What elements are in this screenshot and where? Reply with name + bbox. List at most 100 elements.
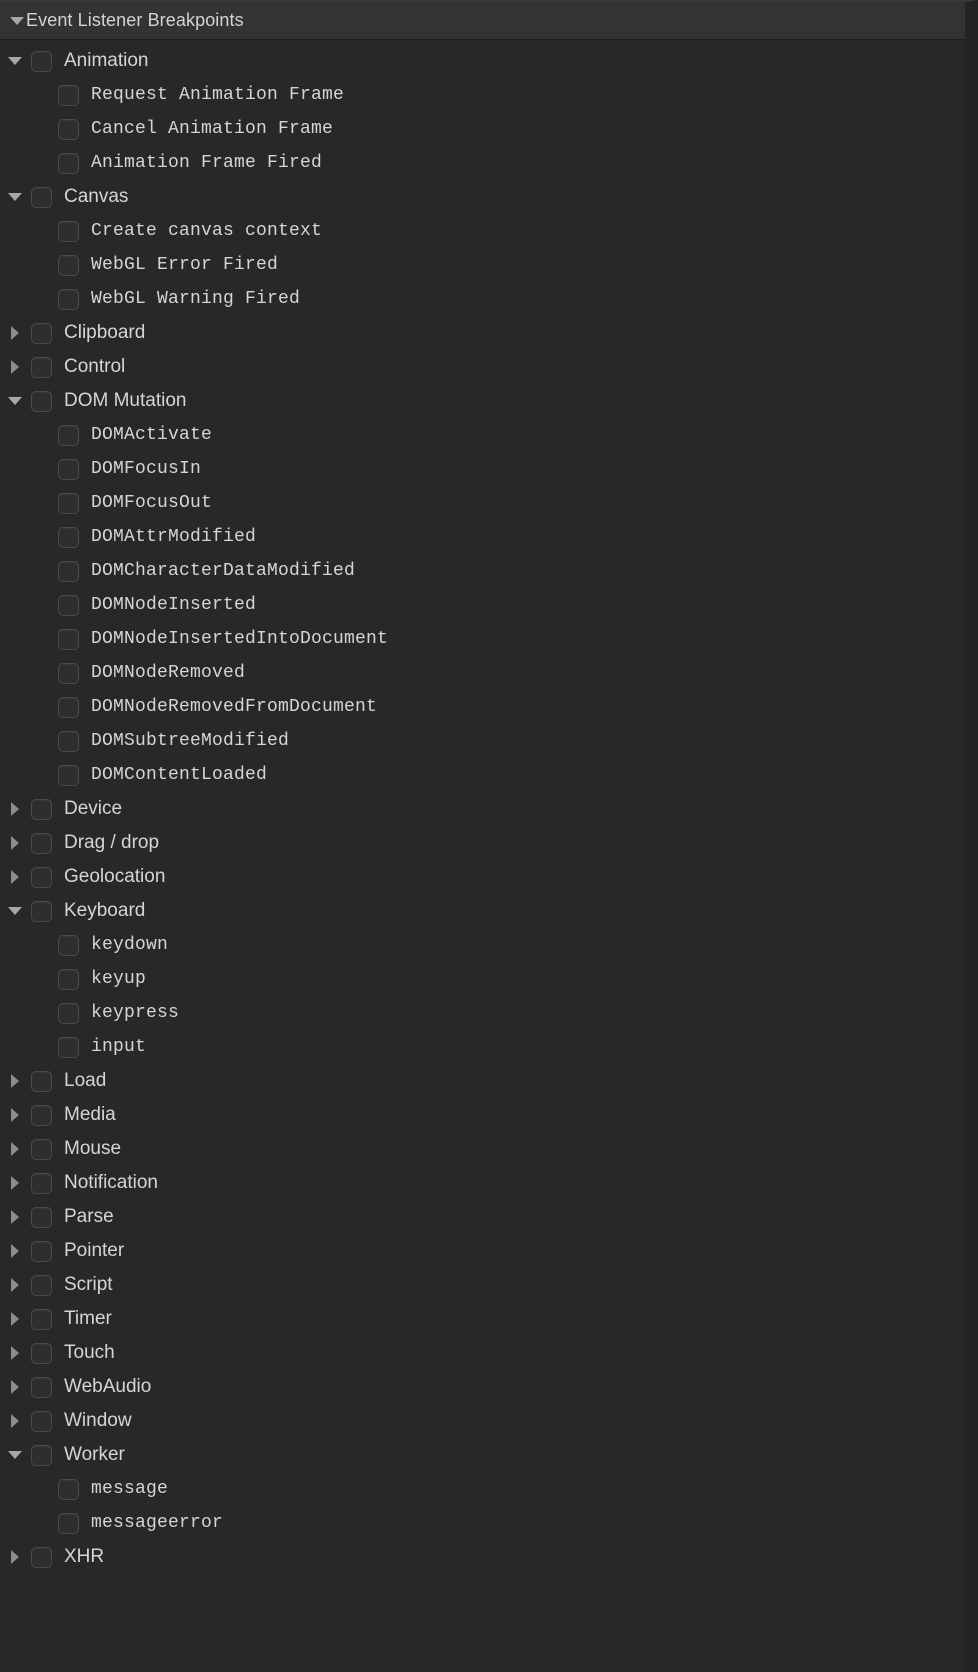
- event-checkbox[interactable]: [58, 1036, 79, 1058]
- group-checkbox[interactable]: [31, 1138, 52, 1160]
- event-checkbox[interactable]: [58, 458, 79, 480]
- panel-expand-twisty-icon[interactable]: [8, 16, 26, 25]
- tree-event-row[interactable]: DOMNodeInsertedIntoDocument: [0, 622, 965, 656]
- event-checkbox[interactable]: [58, 288, 79, 310]
- tree-event-row[interactable]: Cancel Animation Frame: [0, 112, 965, 146]
- group-checkbox[interactable]: [31, 1240, 52, 1262]
- group-expand-twisty-icon[interactable]: [0, 193, 30, 201]
- group-checkbox[interactable]: [31, 1342, 52, 1364]
- event-checkbox[interactable]: [58, 730, 79, 752]
- tree-group-row[interactable]: DOM Mutation: [0, 384, 965, 418]
- tree-event-row[interactable]: DOMActivate: [0, 418, 965, 452]
- tree-group-row[interactable]: Mouse: [0, 1132, 965, 1166]
- tree-group-row[interactable]: Device: [0, 792, 965, 826]
- group-expand-twisty-icon[interactable]: [0, 360, 30, 374]
- group-expand-twisty-icon[interactable]: [0, 802, 30, 816]
- tree-event-row[interactable]: Animation Frame Fired: [0, 146, 965, 180]
- group-checkbox[interactable]: [31, 1376, 52, 1398]
- event-checkbox[interactable]: [58, 1512, 79, 1534]
- tree-group-row[interactable]: Touch: [0, 1336, 965, 1370]
- tree-group-row[interactable]: Drag / drop: [0, 826, 965, 860]
- group-expand-twisty-icon[interactable]: [0, 1142, 30, 1156]
- group-expand-twisty-icon[interactable]: [0, 1312, 30, 1326]
- group-expand-twisty-icon[interactable]: [0, 1176, 30, 1190]
- event-checkbox[interactable]: [58, 560, 79, 582]
- group-checkbox[interactable]: [31, 832, 52, 854]
- tree-group-row[interactable]: Script: [0, 1268, 965, 1302]
- event-checkbox[interactable]: [58, 492, 79, 514]
- tree-event-row[interactable]: input: [0, 1030, 965, 1064]
- tree-event-row[interactable]: DOMNodeRemoved: [0, 656, 965, 690]
- event-checkbox[interactable]: [58, 662, 79, 684]
- tree-group-row[interactable]: Keyboard: [0, 894, 965, 928]
- group-checkbox[interactable]: [31, 1172, 52, 1194]
- tree-event-row[interactable]: WebGL Error Fired: [0, 248, 965, 282]
- group-expand-twisty-icon[interactable]: [0, 1074, 30, 1088]
- tree-group-row[interactable]: Load: [0, 1064, 965, 1098]
- group-checkbox[interactable]: [31, 1410, 52, 1432]
- event-checkbox[interactable]: [58, 1478, 79, 1500]
- group-expand-twisty-icon[interactable]: [0, 907, 30, 915]
- group-checkbox[interactable]: [31, 1206, 52, 1228]
- tree-event-row[interactable]: keydown: [0, 928, 965, 962]
- group-expand-twisty-icon[interactable]: [0, 397, 30, 405]
- group-checkbox[interactable]: [31, 1546, 52, 1568]
- group-checkbox[interactable]: [31, 356, 52, 378]
- group-checkbox[interactable]: [31, 1274, 52, 1296]
- tree-group-row[interactable]: Worker: [0, 1438, 965, 1472]
- tree-event-row[interactable]: DOMSubtreeModified: [0, 724, 965, 758]
- tree-event-row[interactable]: messageerror: [0, 1506, 965, 1540]
- tree-group-row[interactable]: Geolocation: [0, 860, 965, 894]
- group-expand-twisty-icon[interactable]: [0, 1380, 30, 1394]
- tree-group-row[interactable]: Parse: [0, 1200, 965, 1234]
- panel-header[interactable]: Event Listener Breakpoints: [0, 2, 965, 40]
- event-checkbox[interactable]: [58, 764, 79, 786]
- group-checkbox[interactable]: [31, 390, 52, 412]
- tree-event-row[interactable]: DOMFocusOut: [0, 486, 965, 520]
- group-checkbox[interactable]: [31, 322, 52, 344]
- group-checkbox[interactable]: [31, 798, 52, 820]
- tree-group-row[interactable]: Notification: [0, 1166, 965, 1200]
- event-checkbox[interactable]: [58, 1002, 79, 1024]
- tree-event-row[interactable]: WebGL Warning Fired: [0, 282, 965, 316]
- group-expand-twisty-icon[interactable]: [0, 1414, 30, 1428]
- event-checkbox[interactable]: [58, 594, 79, 616]
- tree-event-row[interactable]: DOMAttrModified: [0, 520, 965, 554]
- event-checkbox[interactable]: [58, 424, 79, 446]
- event-checkbox[interactable]: [58, 628, 79, 650]
- tree-event-row[interactable]: DOMNodeInserted: [0, 588, 965, 622]
- tree-group-row[interactable]: WebAudio: [0, 1370, 965, 1404]
- group-expand-twisty-icon[interactable]: [0, 1210, 30, 1224]
- tree-event-row[interactable]: DOMContentLoaded: [0, 758, 965, 792]
- tree-group-row[interactable]: Window: [0, 1404, 965, 1438]
- group-expand-twisty-icon[interactable]: [0, 1550, 30, 1564]
- tree-group-row[interactable]: Clipboard: [0, 316, 965, 350]
- event-checkbox[interactable]: [58, 84, 79, 106]
- event-checkbox[interactable]: [58, 220, 79, 242]
- tree-group-row[interactable]: Timer: [0, 1302, 965, 1336]
- tree-event-row[interactable]: keypress: [0, 996, 965, 1030]
- tree-event-row[interactable]: DOMFocusIn: [0, 452, 965, 486]
- tree-group-row[interactable]: Control: [0, 350, 965, 384]
- group-expand-twisty-icon[interactable]: [0, 1278, 30, 1292]
- group-expand-twisty-icon[interactable]: [0, 1346, 30, 1360]
- tree-group-row[interactable]: Animation: [0, 44, 965, 78]
- group-expand-twisty-icon[interactable]: [0, 1108, 30, 1122]
- group-expand-twisty-icon[interactable]: [0, 836, 30, 850]
- group-expand-twisty-icon[interactable]: [0, 1451, 30, 1459]
- group-checkbox[interactable]: [31, 1444, 52, 1466]
- tree-group-row[interactable]: Canvas: [0, 180, 965, 214]
- group-expand-twisty-icon[interactable]: [0, 1244, 30, 1258]
- event-checkbox[interactable]: [58, 526, 79, 548]
- group-checkbox[interactable]: [31, 1070, 52, 1092]
- event-checkbox[interactable]: [58, 696, 79, 718]
- group-checkbox[interactable]: [31, 1104, 52, 1126]
- group-checkbox[interactable]: [31, 1308, 52, 1330]
- tree-event-row[interactable]: DOMCharacterDataModified: [0, 554, 965, 588]
- event-checkbox[interactable]: [58, 118, 79, 140]
- tree-group-row[interactable]: XHR: [0, 1540, 965, 1574]
- group-checkbox[interactable]: [31, 866, 52, 888]
- tree-group-row[interactable]: Pointer: [0, 1234, 965, 1268]
- tree-group-row[interactable]: Media: [0, 1098, 965, 1132]
- tree-event-row[interactable]: Create canvas context: [0, 214, 965, 248]
